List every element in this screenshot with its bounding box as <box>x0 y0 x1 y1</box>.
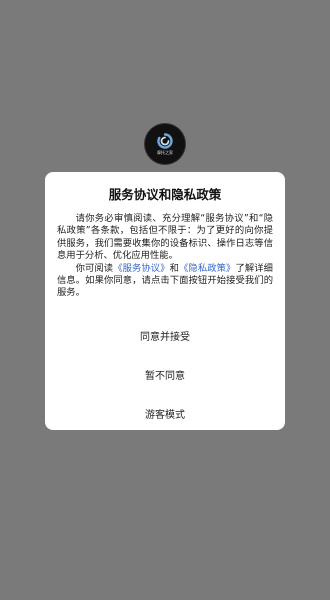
guest-mode-button[interactable]: 游客模式 <box>45 396 285 430</box>
privacy-policy-link[interactable]: 《隐私政策》 <box>179 263 235 274</box>
paragraph-2-prefix: 你可阅读 <box>75 262 114 274</box>
dialog-actions: 同意并接受 暂不同意 游客模式 <box>45 318 285 430</box>
app-logo-icon <box>157 133 173 149</box>
disagree-button[interactable]: 暂不同意 <box>45 357 285 396</box>
privacy-dialog: 服务协议和隐私政策 请你务必审慎阅读、充分理解“服务协议”和“隐私政策”各条款，… <box>45 172 285 430</box>
dialog-body: 请你务必审慎阅读、充分理解“服务协议”和“隐私政策”各条款，包括但不限于：为了更… <box>45 213 285 300</box>
logo-text: 摩托之家 <box>157 150 173 155</box>
paragraph-2-and: 和 <box>169 262 180 274</box>
dialog-paragraph-1: 请你务必审慎阅读、充分理解“服务协议”和“隐私政策”各条款，包括但不限于：为了更… <box>57 213 273 262</box>
service-agreement-link[interactable]: 《服务协议》 <box>113 263 169 274</box>
dialog-paragraph-2: 你可阅读《服务协议》和《隐私政策》了解详细信息。如果你同意，请点击下面按钮开始接… <box>57 263 273 300</box>
app-logo: 摩托之家 <box>145 124 185 164</box>
dialog-title: 服务协议和隐私政策 <box>108 187 222 202</box>
agree-button[interactable]: 同意并接受 <box>45 318 285 357</box>
